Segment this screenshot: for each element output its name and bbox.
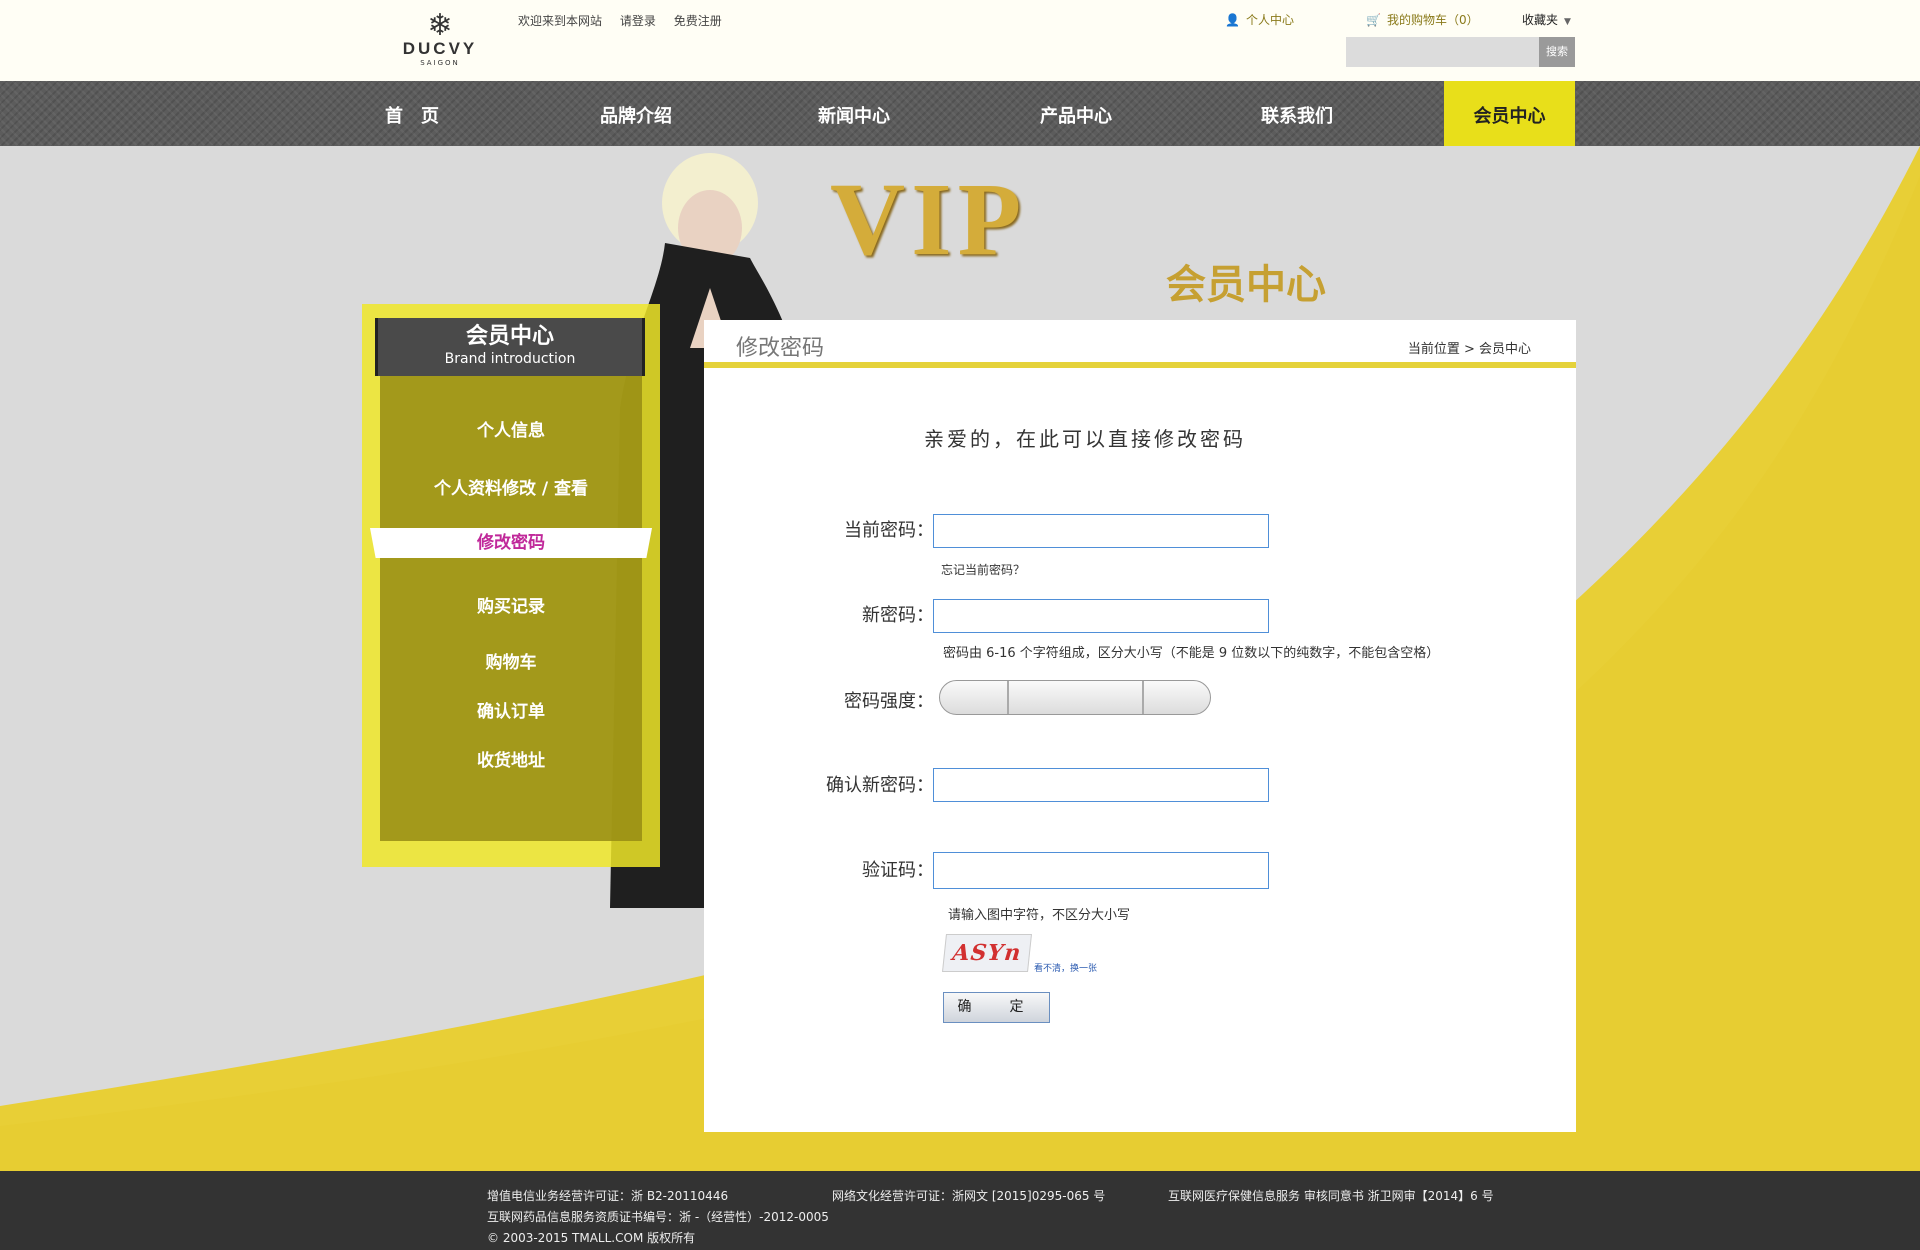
captcha-refresh-link[interactable]: 看不清，换一张 [1034, 961, 1097, 974]
sidebar-header: 会员中心 Brand introduction [375, 318, 645, 376]
captcha-input[interactable] [933, 852, 1269, 889]
greeting-text: 亲爱的，在此可以直接修改密码 [924, 427, 1246, 451]
sidebar-item-edit-profile[interactable]: 个人资料修改 / 查看 [380, 474, 642, 499]
user-center-label: 个人中心 [1245, 13, 1294, 27]
banner-title: 会员中心 [1166, 262, 1326, 308]
password-strength-meter [939, 680, 1211, 715]
nav-member-center[interactable]: 会员中心 [1444, 81, 1575, 146]
nav-products[interactable]: 产品中心 [1040, 81, 1112, 146]
cart-icon: 🛒 [1366, 13, 1381, 27]
sidebar-item-personal-info[interactable]: 个人信息 [380, 416, 642, 441]
strength-divider [1142, 681, 1144, 714]
cart-label: 我的购物车（0） [1386, 13, 1479, 27]
top-bar: ❄ DUCVY SAIGON 欢迎来到本网站 请登录 免费注册 👤 个人中心 🛒 我… [0, 0, 1920, 81]
vip-logo: VIP [830, 162, 1028, 277]
captcha-image[interactable]: ASYn [942, 934, 1032, 972]
cart-link[interactable]: 🛒 我的购物车（0） [1366, 11, 1479, 28]
favorites-label: 收藏夹 [1522, 13, 1559, 27]
nav-brand[interactable]: 品牌介绍 [600, 81, 672, 146]
password-strength-label: 密码强度： [844, 691, 934, 712]
footer-license-4: 互联网药品信息服务资质证书编号：浙 -（经营性）-2012-0005 [487, 1210, 829, 1224]
footer-copyright: © 2003-2015 TMALL.COM 版权所有 [487, 1231, 696, 1245]
footer-license-3: 互联网医疗保健信息服务 审核同意书 浙卫网审【2014】6 号 [1168, 1189, 1494, 1203]
user-center-link[interactable]: 👤 个人中心 [1225, 11, 1294, 28]
logo-brand: DUCVY [402, 39, 478, 58]
content-panel: 修改密码 当前位置 > 会员中心 亲爱的，在此可以直接修改密码 当前密码： 忘记… [704, 320, 1576, 1132]
snowflake-icon: ❄ [427, 8, 453, 43]
breadcrumb: 当前位置 > 会员中心 [1407, 342, 1531, 357]
sidebar-item-shipping-address[interactable]: 收货地址 [380, 746, 642, 771]
sidebar-item-change-password[interactable]: 修改密码 [370, 528, 652, 558]
top-links: 欢迎来到本网站 请登录 免费注册 [518, 12, 736, 29]
confirm-password-label: 确认新密码： [826, 775, 934, 796]
new-password-label: 新密码： [862, 605, 934, 626]
current-password-label: 当前密码： [844, 520, 934, 541]
search-button[interactable]: 搜索 [1539, 37, 1575, 67]
captcha-label: 验证码： [862, 860, 934, 881]
nav-contact[interactable]: 联系我们 [1261, 81, 1333, 146]
footer-license-2: 网络文化经营许可证：浙网文 [2015]0295-065 号 [832, 1189, 1106, 1203]
nav-news[interactable]: 新闻中心 [818, 81, 890, 146]
captcha-hint: 请输入图中字符，不区分大小写 [948, 908, 1131, 923]
strength-divider [1007, 681, 1009, 714]
sidebar-item-confirm-order[interactable]: 确认订单 [380, 697, 642, 722]
register-link[interactable]: 免费注册 [674, 14, 722, 28]
confirm-button[interactable]: 确 定 [943, 992, 1050, 1023]
new-password-input[interactable] [933, 599, 1269, 633]
main-nav: 首 页 品牌介绍 新闻中心 产品中心 联系我们 会员中心 [0, 81, 1920, 146]
sidebar-item-purchase-history[interactable]: 购买记录 [380, 592, 642, 617]
welcome-text: 欢迎来到本网站 [518, 14, 603, 28]
sidebar-item-cart[interactable]: 购物车 [380, 648, 642, 673]
page-title: 修改密码 [736, 336, 825, 361]
content-header: 修改密码 当前位置 > 会员中心 [704, 320, 1576, 368]
forgot-password-link[interactable]: 忘记当前密码？ [941, 561, 1025, 578]
confirm-password-input[interactable] [933, 768, 1269, 802]
user-icon: 👤 [1225, 13, 1240, 27]
password-rule-hint: 密码由 6-16 个字符组成，区分大小写（不能是 9 位数以下的纯数字，不能包含… [943, 646, 1440, 661]
footer-license-1: 增值电信业务经营许可证：浙 B2-20110446 [487, 1189, 729, 1203]
sidebar-subtitle: Brand introduction [444, 351, 576, 367]
sidebar-title: 会员中心 [465, 324, 554, 349]
footer: 增值电信业务经营许可证：浙 B2-20110446 网络文化经营许可证：浙网文 … [0, 1171, 1920, 1250]
nav-home[interactable]: 首 页 [385, 81, 439, 146]
current-password-input[interactable] [933, 514, 1269, 548]
logo-sub: SAIGON [420, 59, 460, 67]
logo[interactable]: ❄ DUCVY SAIGON [395, 8, 485, 72]
login-link[interactable]: 请登录 [620, 14, 656, 28]
caret-down-icon: ▼ [1564, 17, 1571, 27]
favorites-dropdown[interactable]: 收藏夹 ▼ [1522, 11, 1571, 28]
search-input[interactable] [1346, 37, 1539, 67]
